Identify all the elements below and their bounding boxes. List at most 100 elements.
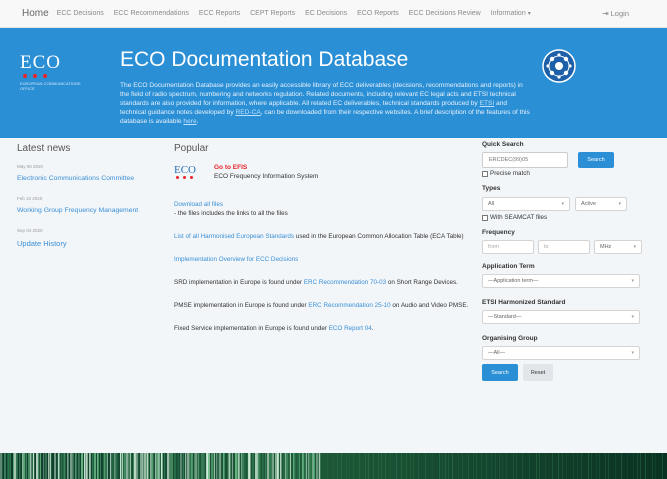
nav-ecc-reports[interactable]: ECC Reports bbox=[199, 10, 240, 17]
news-link[interactable]: Working Group Frequency Management bbox=[17, 207, 157, 214]
fixed-service-block: Fixed Service implementation in Europe i… bbox=[174, 324, 474, 333]
nav-home[interactable]: Home bbox=[22, 8, 49, 19]
organising-group-select[interactable]: —All— ▾ bbox=[482, 346, 640, 360]
nav-information-dropdown[interactable]: Information ▾ bbox=[491, 10, 531, 17]
freq-to-input[interactable]: to bbox=[538, 240, 590, 254]
precise-match-checkbox[interactable] bbox=[482, 170, 488, 177]
nav-menu: Home ECC Decisions ECC Recommendations E… bbox=[0, 8, 541, 19]
frequency-label: Frequency bbox=[482, 229, 515, 236]
chevron-down-icon: ▾ bbox=[631, 350, 634, 356]
hero-banner: ECO EUROPEAN COMMUNICATIONS OFFICE ECO D… bbox=[0, 28, 667, 138]
srd-text-1: SRD implementation in Europe is found un… bbox=[174, 279, 304, 286]
chevron-down-icon: ▾ bbox=[631, 278, 634, 284]
eco-logo-dots bbox=[23, 74, 94, 78]
precise-match-label: Precise match bbox=[490, 170, 530, 177]
erc-rec-25-10-link[interactable]: ERC Recommendation 25-10 bbox=[308, 302, 390, 309]
download-all-link[interactable]: Download all files bbox=[174, 201, 223, 208]
pmse-text-1: PMSE implementation in Europe is found u… bbox=[174, 302, 309, 309]
types-select[interactable]: All ▾ bbox=[482, 197, 570, 211]
search-button[interactable]: Search bbox=[482, 364, 518, 381]
freq-from-placeholder: from bbox=[488, 244, 499, 250]
logo-dot bbox=[176, 176, 179, 179]
srd-block: SRD implementation in Europe is found un… bbox=[174, 278, 474, 287]
logo-dot bbox=[43, 74, 47, 78]
fixed-text-1: Fixed Service implementation in Europe i… bbox=[174, 325, 329, 332]
main-content: Latest news May 08 2020 Electronic Commu… bbox=[0, 138, 667, 453]
quick-search-input[interactable] bbox=[482, 152, 568, 168]
here-link[interactable]: here bbox=[183, 118, 196, 125]
freq-unit-select[interactable]: MHz ▾ bbox=[594, 240, 642, 254]
latest-news-heading: Latest news bbox=[17, 143, 71, 154]
download-block: Download all files - the files includes … bbox=[174, 200, 474, 218]
nav-eco-reports[interactable]: ECO Reports bbox=[357, 10, 399, 17]
popular-section: Popular ECO Go to EFIS ECO Frequency Inf… bbox=[174, 143, 474, 347]
seamcat-label: With SEAMCAT files bbox=[490, 214, 548, 221]
chevron-down-icon: ▾ bbox=[561, 201, 564, 207]
freq-to-placeholder: to bbox=[544, 244, 549, 250]
etsi-standard-select[interactable]: —Standard— ▾ bbox=[482, 310, 640, 324]
organising-group-value: —All— bbox=[488, 350, 506, 356]
news-item: Sep 04 2020 Update History bbox=[17, 228, 157, 248]
logo-dot bbox=[183, 176, 186, 179]
nav-ecc-decisions[interactable]: ECC Decisions bbox=[57, 10, 104, 17]
news-item: Feb 10 2020 Working Group Frequency Mana… bbox=[17, 196, 157, 214]
implementation-block: Implementation Overview for ECC Decision… bbox=[174, 255, 474, 264]
application-term-value: —Application term— bbox=[488, 278, 539, 284]
news-date: Sep 04 2020 bbox=[17, 228, 43, 233]
nav-ecc-recommendations[interactable]: ECC Recommendations bbox=[114, 10, 189, 17]
etsi-link[interactable]: ETSI bbox=[480, 100, 495, 107]
quick-search-button[interactable]: Search bbox=[578, 152, 614, 168]
news-link[interactable]: Update History bbox=[17, 239, 157, 248]
etsi-standard-value: —Standard— bbox=[488, 314, 522, 320]
efis-logo[interactable]: ECO bbox=[174, 164, 208, 179]
logo-dot bbox=[33, 74, 37, 78]
go-to-efis-link[interactable]: Go to EFIS bbox=[214, 164, 318, 171]
seamcat-checkbox[interactable] bbox=[482, 214, 488, 221]
top-navbar: Home ECC Decisions ECC Recommendations E… bbox=[0, 0, 667, 28]
eco-logo[interactable]: ECO EUROPEAN COMMUNICATIONS OFFICE bbox=[20, 52, 94, 91]
precise-match-row: Precise match bbox=[482, 170, 644, 177]
news-date: May 08 2020 bbox=[17, 164, 44, 169]
eco-logo-text: ECO bbox=[20, 52, 61, 73]
efis-logo-dots bbox=[176, 176, 208, 179]
erc-rec-70-03-link[interactable]: ERC Recommendation 70-03 bbox=[304, 279, 386, 286]
efis-block: ECO Go to EFIS ECO Frequency Information… bbox=[174, 164, 474, 180]
login-link[interactable]: ⇥ Login bbox=[602, 9, 629, 18]
hes-text: used in the European Common Allocation T… bbox=[294, 233, 464, 240]
chevron-down-icon: ▾ bbox=[633, 244, 636, 250]
nav-ec-decisions[interactable]: EC Decisions bbox=[305, 10, 347, 17]
red-ca-link[interactable]: RED-CA bbox=[235, 109, 260, 116]
desc-text-4: . bbox=[196, 118, 199, 125]
freq-unit-value: MHz bbox=[600, 244, 612, 250]
logo-dot bbox=[190, 176, 193, 179]
news-item: May 08 2020 Electronic Communications Co… bbox=[17, 164, 157, 182]
eco-logo-subtitle: EUROPEAN COMMUNICATIONS OFFICE bbox=[20, 81, 81, 91]
download-note: - the files includes the links to all th… bbox=[174, 210, 288, 217]
popular-heading: Popular bbox=[174, 143, 209, 154]
search-panel: Quick Search Search Precise match Types … bbox=[482, 141, 644, 381]
harmonised-standards-link[interactable]: List of all Harmonised European Standard… bbox=[174, 233, 294, 240]
nav-ecc-decisions-review[interactable]: ECC Decisions Review bbox=[409, 10, 481, 17]
application-term-select[interactable]: —Application term— ▾ bbox=[482, 274, 640, 288]
srd-text-2: on Short Range Devices. bbox=[386, 279, 458, 286]
efis-logo-text: ECO bbox=[174, 164, 196, 176]
implementation-overview-link[interactable]: Implementation Overview for ECC Decision… bbox=[174, 256, 298, 263]
spectrum-banner bbox=[0, 453, 667, 479]
pmse-block: PMSE implementation in Europe is found u… bbox=[174, 301, 474, 310]
reset-button[interactable]: Reset bbox=[523, 364, 553, 381]
caret-down-icon: ▾ bbox=[527, 11, 531, 17]
status-select[interactable]: Active ▾ bbox=[575, 197, 627, 211]
status-select-value: Active bbox=[581, 201, 596, 207]
freq-from-input[interactable]: from bbox=[482, 240, 534, 254]
chevron-down-icon: ▾ bbox=[631, 314, 634, 320]
news-link[interactable]: Electronic Communications Committee bbox=[17, 175, 157, 182]
nav-cept-reports[interactable]: CEPT Reports bbox=[250, 10, 295, 17]
types-select-value: All bbox=[488, 201, 495, 207]
eco-report-04-link[interactable]: ECO Report 04 bbox=[329, 325, 372, 332]
fixed-text-2: . bbox=[371, 325, 374, 332]
search-actions: Search Reset bbox=[482, 364, 644, 381]
news-date: Feb 10 2020 bbox=[17, 196, 43, 201]
seamcat-row: With SEAMCAT files bbox=[482, 214, 644, 221]
chevron-down-icon: ▾ bbox=[618, 201, 621, 207]
logo-dot bbox=[23, 74, 27, 78]
